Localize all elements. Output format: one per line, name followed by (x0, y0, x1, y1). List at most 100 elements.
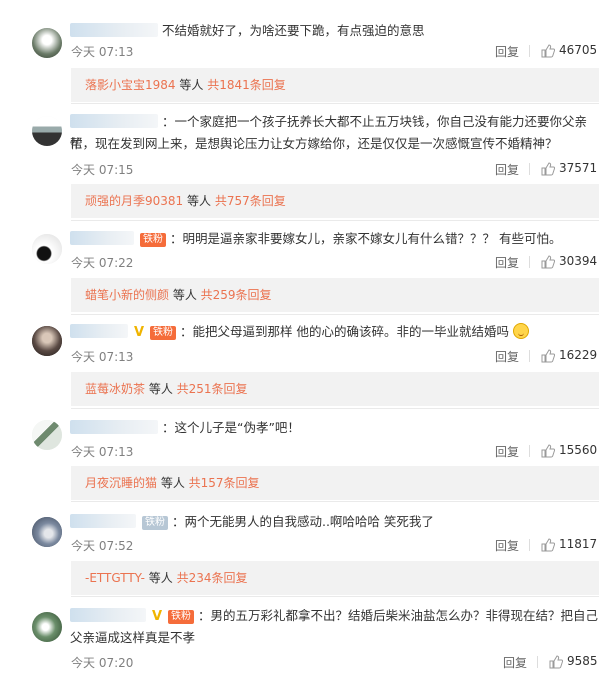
reply-button[interactable]: 回复 (495, 348, 519, 365)
comment-time: 今天 07:15 (71, 163, 134, 177)
divider-bar (537, 656, 538, 668)
replier-name[interactable]: 顽强的月季90381 (85, 194, 183, 208)
username-blurred[interactable] (70, 114, 158, 128)
reply-button[interactable]: 回复 (495, 537, 519, 554)
like-count: 15560 (559, 443, 598, 457)
thumbs-up-icon[interactable] (541, 349, 555, 363)
replier-name[interactable]: 蜡笔小新的侧颜 (85, 288, 169, 302)
comment-time: 今天 07:13 (71, 350, 134, 364)
more-text: 等人 (183, 194, 215, 208)
fan-badge: 铁粉 (150, 326, 177, 340)
avatar[interactable] (32, 612, 62, 642)
comment-line: V 铁粉 ：能把父母逼到那样 他的心的确该碎。非的一毕业就结婚吗 (70, 321, 599, 344)
more-text: 等人 (175, 78, 208, 92)
reply-total-link[interactable]: 共251条回复 (177, 382, 248, 396)
fan-badge: 铁粉 (168, 610, 195, 624)
vip-icon: V (151, 609, 163, 624)
more-text: 等人 (144, 571, 177, 585)
username-blurred[interactable] (70, 608, 146, 622)
divider-bar (529, 445, 530, 457)
thumbs-up-icon[interactable] (541, 44, 555, 58)
divider (71, 596, 599, 597)
thumbs-up-icon[interactable] (541, 255, 555, 269)
divider-bar (529, 45, 530, 57)
avatar[interactable] (32, 517, 62, 547)
comment-text: ：这个儿子是“伪孝”吧！ (161, 420, 300, 435)
username-blurred[interactable] (70, 514, 136, 528)
avatar[interactable] (32, 326, 62, 356)
comment-text: ：男的五万彩礼都拿不出？结婚后柴米油盐怎么办？非得现在结？把自己 (198, 608, 599, 623)
thumbs-up-icon[interactable] (541, 444, 555, 458)
comment-time: 今天 07:20 (71, 656, 134, 670)
more-text: 等人 (145, 382, 177, 396)
comment-text: ：明明是逼亲家非要嫁女儿，亲家不嫁女儿有什么错？？？ 有些可怕。 (169, 231, 562, 246)
divider (71, 408, 599, 409)
comment-line-2: 父亲逼成这样真是不孝 (70, 627, 599, 649)
reply-button[interactable]: 回复 (495, 43, 519, 60)
reply-total-link[interactable]: 共757条回复 (215, 194, 286, 208)
smile-emoji-icon (512, 323, 529, 339)
thumbs-up-icon[interactable] (541, 538, 555, 552)
comment-text-cont: 父亲逼成这样真是不孝 (70, 630, 196, 645)
comment-line-2: 忙，现在发到网上来，是想舆论压力让女方嫁给你，还是仅仅是一次感慨宣传不婚精神？ (70, 133, 599, 155)
replier-name[interactable]: 蓝莓冰奶茶 (85, 382, 145, 396)
like-count: 37571 (559, 161, 598, 175)
more-replies[interactable]: 蜡笔小新的侧颜 等人 共259条回复 (71, 278, 599, 312)
like-count: 30394 (559, 254, 598, 268)
divider (71, 103, 599, 104)
divider (71, 314, 599, 315)
comment-time: 今天 07:13 (71, 45, 134, 59)
replier-name[interactable]: -ETTGTTY- (85, 571, 145, 585)
comment-line: 不结婚就好了，为啥还要下跪，有点强迫的意思 (70, 20, 599, 42)
like-count: 46705 (559, 43, 598, 57)
replier-name[interactable]: 落影小宝宝1984 (85, 78, 176, 92)
vip-icon: V (133, 325, 145, 340)
more-text: 等人 (157, 476, 189, 490)
comment-text-cont: 忙，现在发到网上来，是想舆论压力让女方嫁给你，还是仅仅是一次感慨宣传不婚精神？ (70, 136, 558, 151)
comment-line: V 铁粉 ：男的五万彩礼都拿不出？结婚后柴米油盐怎么办？非得现在结？把自己 (70, 605, 599, 628)
reply-button[interactable]: 回复 (503, 654, 527, 671)
like-count: 11817 (559, 537, 598, 551)
thumbs-up-icon[interactable] (549, 655, 563, 669)
fan-badge: 铁粉 (141, 516, 168, 530)
more-replies[interactable]: 蓝莓冰奶茶 等人 共251条回复 (71, 372, 599, 406)
divider-bar (529, 350, 530, 362)
fan-badge: 铁粉 (139, 233, 166, 247)
more-replies[interactable]: 顽强的月季90381 等人 共757条回复 (71, 184, 599, 218)
username-blurred[interactable] (70, 420, 158, 434)
reply-total-link[interactable]: 共259条回复 (201, 288, 272, 302)
comment-time: 今天 07:52 (71, 539, 134, 553)
more-replies[interactable]: 月夜沉睡的猫 等人 共157条回复 (71, 466, 599, 500)
comment-text: 不结婚就好了，为啥还要下跪，有点强迫的意思 (161, 23, 425, 38)
avatar[interactable] (32, 28, 62, 58)
divider-bar (529, 539, 530, 551)
divider-bar (529, 256, 530, 268)
reply-button[interactable]: 回复 (495, 443, 519, 460)
reply-total-link[interactable]: 共1841条回复 (207, 78, 286, 92)
more-replies[interactable]: -ETTGTTY- 等人 共234条回复 (71, 561, 599, 595)
reply-button[interactable]: 回复 (495, 161, 519, 178)
replier-name[interactable]: 月夜沉睡的猫 (85, 476, 157, 490)
avatar[interactable] (32, 420, 62, 450)
username-blurred[interactable] (70, 23, 158, 37)
comment-text: ：能把父母逼到那样 他的心的确该碎。非的一毕业就结婚吗 (180, 324, 509, 339)
thumbs-up-icon[interactable] (541, 162, 555, 176)
reply-button[interactable]: 回复 (495, 254, 519, 271)
divider-bar (529, 163, 530, 175)
reply-total-link[interactable]: 共157条回复 (189, 476, 260, 490)
divider (71, 220, 599, 221)
more-replies[interactable]: 落影小宝宝1984 等人 共1841条回复 (71, 68, 599, 102)
comment-text: ：两个无能男人的自我感动..啊哈哈哈 笑死我了 (171, 514, 434, 529)
reply-total-link[interactable]: 共234条回复 (177, 571, 248, 585)
comment-line: ：这个儿子是“伪孝”吧！ (70, 417, 599, 439)
like-count: 16229 (559, 348, 598, 362)
comment-time: 今天 07:13 (71, 445, 134, 459)
comment-line: 铁粉 ：两个无能男人的自我感动..啊哈哈哈 笑死我了 (70, 511, 599, 533)
divider (71, 501, 599, 502)
username-blurred[interactable] (70, 231, 134, 245)
more-text: 等人 (169, 288, 201, 302)
username-blurred[interactable] (70, 324, 128, 338)
avatar[interactable] (32, 234, 62, 264)
like-count: 9585 (567, 654, 598, 668)
avatar[interactable] (32, 116, 62, 146)
